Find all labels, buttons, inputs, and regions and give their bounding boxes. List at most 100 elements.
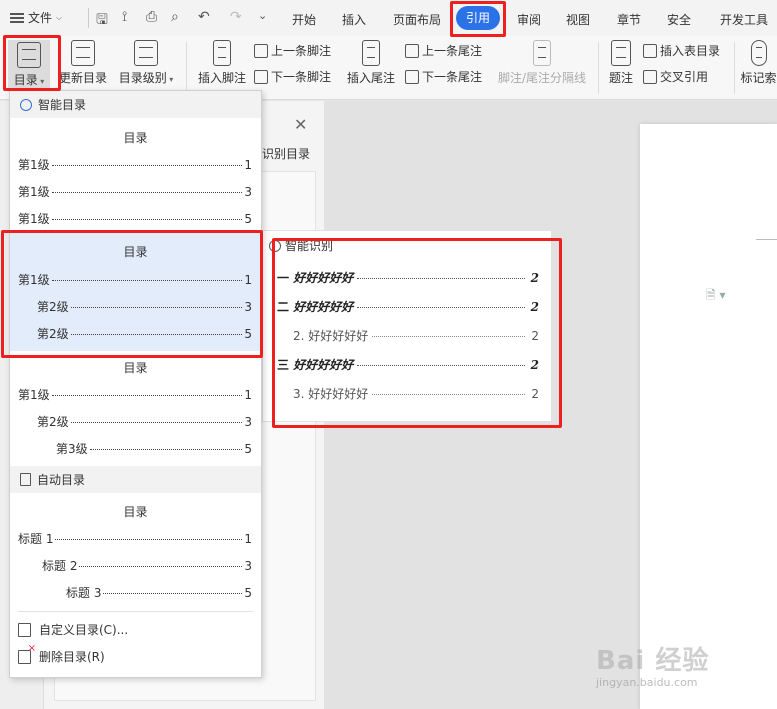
insert-endnote-label: 插入尾注 bbox=[346, 71, 395, 85]
toc-template-3[interactable]: 目录 第1级 1 第2级 3 第3级 5 bbox=[10, 353, 261, 463]
toc-level-label: 目录级别 bbox=[118, 71, 167, 85]
print-preview-icon[interactable]: ⌕ bbox=[171, 9, 179, 25]
tab-references[interactable]: 引用 bbox=[456, 6, 501, 30]
document-page[interactable]: 🗎 ▾ bbox=[640, 124, 777, 709]
caption-button[interactable]: 题注 bbox=[606, 40, 636, 86]
prev-endnote-button[interactable]: 上一条尾注 bbox=[405, 42, 482, 59]
ribbon-divider bbox=[734, 42, 735, 94]
hamburger-icon bbox=[10, 12, 24, 23]
cross-reference-button[interactable]: 交叉引用 bbox=[643, 68, 708, 85]
toc-template-row: 第3级 5 bbox=[56, 442, 252, 456]
custom-toc-menu-item[interactable]: 自定义目录(C)... bbox=[18, 621, 128, 638]
auto-toc-header: 自动目录 bbox=[10, 466, 261, 493]
toc-template-row: 标题 23 bbox=[42, 559, 252, 573]
smart-recognition-icon bbox=[269, 239, 281, 252]
toc-template-row: 第1级 3 bbox=[18, 185, 252, 199]
toc-button-label: 目录 bbox=[13, 73, 38, 87]
menu-divider bbox=[18, 611, 253, 612]
next-endnote-icon bbox=[405, 69, 419, 84]
paste-options-icon[interactable]: 🗎 ▾ bbox=[706, 286, 726, 307]
watermark-url: jingyan.baidu.com bbox=[596, 676, 698, 689]
cross-reference-icon bbox=[643, 69, 657, 84]
refresh-toc-icon bbox=[71, 40, 95, 66]
file-menu[interactable]: 文件 ⌵ bbox=[10, 9, 62, 26]
tab-review[interactable]: 审阅 bbox=[517, 11, 541, 28]
toc-template-row: 标题 11 bbox=[18, 532, 252, 546]
tab-security[interactable]: 安全 bbox=[667, 11, 691, 28]
toc-level-button[interactable]: 目录级别 ▾ bbox=[116, 40, 176, 86]
preview-row: 二 好好好好好 2 bbox=[277, 300, 539, 314]
toc-template-row: 第1级 1 bbox=[18, 158, 252, 172]
toc-button[interactable]: 目录 ▾ bbox=[8, 40, 50, 92]
auto-toc-template[interactable]: 目录 标题 11 标题 23 标题 35 bbox=[10, 495, 261, 607]
format-painter-icon[interactable]: ⟟ bbox=[122, 9, 127, 25]
page-margin-rule bbox=[756, 239, 777, 240]
next-endnote-label: 下一条尾注 bbox=[422, 70, 483, 84]
delete-toc-icon bbox=[18, 643, 36, 664]
caption-label: 题注 bbox=[608, 71, 633, 85]
tab-view[interactable]: 视图 bbox=[566, 11, 590, 28]
toc-template-row: 标题 35 bbox=[66, 586, 252, 600]
menu-tab-bar: 文件 ⌵ 🖫 ⟟ ⎙ ⌕ ↶ ↷ ⌄ 开始 插入 页面布局 引用 审阅 视图 章… bbox=[0, 0, 777, 36]
note-separator-button[interactable]: 脚注/尾注分隔线 bbox=[496, 40, 588, 86]
next-footnote-button[interactable]: 下一条脚注 bbox=[254, 68, 331, 85]
custom-toc-icon bbox=[18, 622, 31, 637]
prev-footnote-label: 上一条脚注 bbox=[271, 44, 332, 58]
auto-toc-icon bbox=[20, 473, 31, 486]
close-icon[interactable]: ✕ bbox=[294, 115, 307, 134]
table-of-figures-icon bbox=[643, 43, 657, 58]
tab-home[interactable]: 开始 bbox=[292, 11, 316, 28]
chevron-down-icon: ▾ bbox=[166, 75, 174, 84]
quick-access-divider bbox=[88, 8, 89, 28]
undo-icon[interactable]: ↶ bbox=[198, 9, 210, 25]
auto-toc-header-label: 自动目录 bbox=[37, 473, 86, 487]
toc-template-row: 第2级 5 bbox=[37, 327, 252, 341]
footnote-icon bbox=[213, 40, 231, 66]
recognize-toc-title[interactable]: 识别目录 bbox=[262, 145, 310, 162]
print-icon[interactable]: ⎙ bbox=[146, 9, 157, 25]
toc-template-row: 第2级 3 bbox=[37, 415, 252, 429]
custom-toc-label: 自定义目录(C)... bbox=[39, 623, 129, 637]
insert-endnote-button[interactable]: 插入尾注 bbox=[346, 40, 396, 86]
smart-recognition-preview: 智能识别 一 好好好好好 2 二 好好好好好 2 2. 好好好好好 2 三 好好… bbox=[262, 230, 552, 422]
toc-template-title: 目录 bbox=[123, 131, 148, 145]
toc-icon bbox=[17, 42, 41, 68]
customize-quick-access-icon[interactable]: ⌄ bbox=[258, 9, 267, 22]
preview-row: 一 好好好好好 2 bbox=[277, 271, 539, 285]
preview-row: 三 好好好好好 2 bbox=[277, 358, 539, 372]
prev-endnote-icon bbox=[405, 43, 419, 58]
tab-insert[interactable]: 插入 bbox=[342, 11, 366, 28]
next-endnote-button[interactable]: 下一条尾注 bbox=[405, 68, 482, 85]
endnote-icon bbox=[362, 40, 380, 66]
prev-footnote-button[interactable]: 上一条脚注 bbox=[254, 42, 331, 59]
separator-icon bbox=[533, 40, 551, 66]
ribbon-divider bbox=[598, 42, 599, 94]
tab-page-layout[interactable]: 页面布局 bbox=[393, 11, 441, 28]
chevron-down-icon: ▾ bbox=[37, 77, 45, 86]
preview-row: 3. 好好好好好 2 bbox=[293, 387, 539, 401]
cross-reference-label: 交叉引用 bbox=[660, 70, 709, 84]
insert-table-of-figures-label: 插入表目录 bbox=[660, 44, 721, 58]
delete-toc-menu-item[interactable]: 删除目录(R) bbox=[18, 643, 105, 665]
redo-icon[interactable]: ↷ bbox=[230, 9, 242, 25]
preview-row: 2. 好好好好好 2 bbox=[293, 329, 539, 343]
toc-template-2[interactable]: 目录 第1级 1 第2级 3 第2级 5 bbox=[10, 233, 261, 351]
insert-footnote-label: 插入脚注 bbox=[197, 71, 246, 85]
mark-index-button[interactable]: 标记索 bbox=[740, 40, 777, 86]
insert-footnote-button[interactable]: 插入脚注 bbox=[194, 40, 250, 86]
toc-template-1[interactable]: 目录 第1级 1 第1级 3 第1级 5 bbox=[10, 119, 261, 231]
toc-template-title: 目录 bbox=[123, 361, 148, 375]
update-toc-button[interactable]: 更新目录 bbox=[58, 40, 108, 86]
tab-developer-tools[interactable]: 开发工具 bbox=[720, 11, 768, 28]
toc-template-title: 目录 bbox=[123, 505, 148, 519]
save-icon[interactable]: 🖫 bbox=[96, 9, 108, 33]
tab-chapter[interactable]: 章节 bbox=[617, 11, 641, 28]
next-footnote-icon bbox=[254, 69, 268, 84]
file-menu-label: 文件 bbox=[28, 11, 53, 25]
prev-footnote-icon bbox=[254, 43, 268, 58]
toc-level-icon bbox=[134, 40, 158, 66]
toc-template-row: 第1级 1 bbox=[18, 273, 252, 287]
smart-toc-icon bbox=[20, 98, 32, 111]
insert-table-of-figures-button[interactable]: 插入表目录 bbox=[643, 42, 720, 59]
mark-index-label: 标记索 bbox=[740, 71, 777, 85]
